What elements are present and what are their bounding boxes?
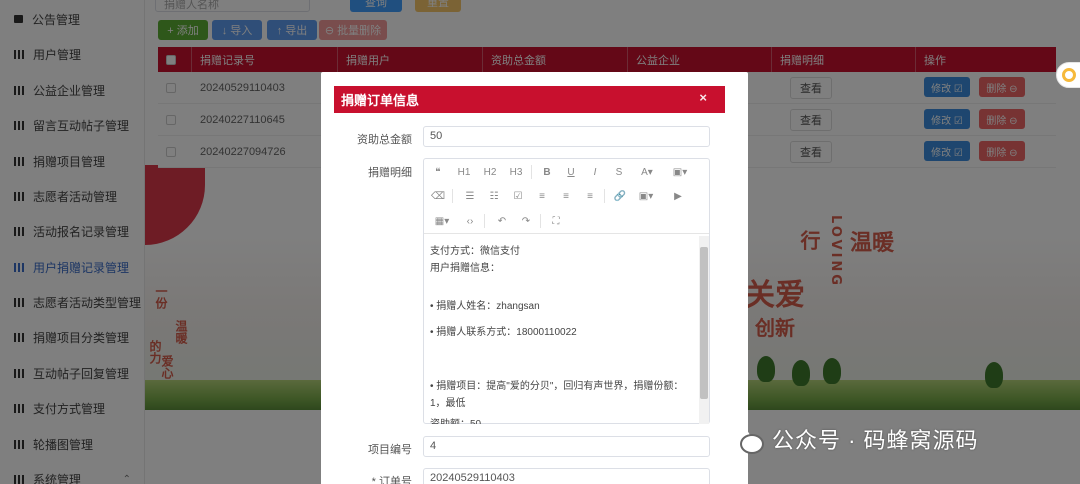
- amount-label: 资助总金额: [357, 134, 412, 146]
- align-left-icon[interactable]: ≡: [534, 189, 550, 203]
- editor-content[interactable]: 支付方式：微信支付 用户捐赠信息： • 捐赠人姓名：zhangsan • 捐赠人…: [424, 235, 709, 424]
- helper-icon: [1062, 68, 1076, 82]
- app-root: 公告管理 用户管理 公益企业管理 留言互动帖子管理 捐赠项目管理 志愿者活动管理…: [0, 0, 1080, 484]
- close-icon[interactable]: ×: [699, 90, 707, 105]
- h2-button[interactable]: H2: [482, 165, 498, 179]
- video-icon[interactable]: ▶: [670, 189, 686, 203]
- watermark-text: 公众号 · 码蜂窝源码: [772, 428, 979, 453]
- editor-toolbar: ❝ H1 H2 H3 B U I S A▾ ▣▾ ⌫ ☰ ☷ ☑ ≡ ≡ ≡ 🔗…: [424, 159, 709, 234]
- order-no-label: * 订单号: [371, 476, 412, 484]
- quote-icon[interactable]: ❝: [430, 165, 446, 179]
- bullet-list-icon[interactable]: ☰: [462, 189, 478, 203]
- image-icon[interactable]: ▣▾: [636, 189, 656, 203]
- wechat-icon: [728, 426, 764, 454]
- undo-icon[interactable]: ↶: [494, 214, 510, 228]
- toolbar-divider: [452, 189, 453, 203]
- redo-icon[interactable]: ↷: [518, 214, 534, 228]
- toolbar-divider: [604, 189, 605, 203]
- toolbar-divider: [540, 214, 541, 228]
- content-spacer: [430, 277, 695, 294]
- align-right-icon[interactable]: ≡: [582, 189, 598, 203]
- strikethrough-icon[interactable]: S: [611, 165, 627, 179]
- h3-button[interactable]: H3: [508, 165, 524, 179]
- watermark: 公众号 · 码蜂窝源码: [728, 423, 979, 455]
- rich-text-editor[interactable]: ❝ H1 H2 H3 B U I S A▾ ▣▾ ⌫ ☰ ☷ ☑ ≡ ≡ ≡ 🔗…: [423, 158, 710, 424]
- project-no-field[interactable]: 4: [423, 436, 710, 457]
- font-color-icon[interactable]: A▾: [637, 165, 657, 179]
- project-no-label: 项目编号: [368, 444, 412, 456]
- floating-helper-button[interactable]: [1056, 62, 1080, 88]
- background-color-icon[interactable]: ▣▾: [670, 165, 690, 179]
- underline-icon[interactable]: U: [563, 165, 579, 179]
- modal-header: 捐赠订单信息 ×: [334, 86, 725, 113]
- code-icon[interactable]: ‹›: [462, 214, 478, 228]
- content-line: 支付方式：微信支付: [430, 246, 520, 257]
- content-bullet: • 捐赠人联系方式：18000110022: [430, 327, 577, 338]
- donation-order-modal: 捐赠订单信息 × 资助总金额 50 捐赠明细 ❝ H1 H2 H3 B U I …: [321, 72, 748, 484]
- fullscreen-icon[interactable]: ⛶: [548, 214, 564, 228]
- detail-label: 捐赠明细: [368, 167, 412, 179]
- bold-icon[interactable]: B: [539, 165, 555, 179]
- table-icon[interactable]: ▦▾: [432, 214, 452, 228]
- content-bullet: • 捐赠项目：提高"爱的分贝"，回归有声世界，捐赠份额：1，最低: [430, 381, 684, 409]
- content-spacer: [430, 341, 695, 371]
- numbered-list-icon[interactable]: ☷: [486, 189, 502, 203]
- content-bullet: • 捐赠人姓名：zhangsan: [430, 301, 540, 312]
- clear-format-icon[interactable]: ⌫: [430, 189, 446, 203]
- content-line: 资助额：50: [430, 416, 695, 424]
- align-center-icon[interactable]: ≡: [558, 189, 574, 203]
- modal-title: 捐赠订单信息: [341, 93, 420, 108]
- todo-list-icon[interactable]: ☑: [510, 189, 526, 203]
- h1-button[interactable]: H1: [456, 165, 472, 179]
- order-no-field[interactable]: 20240529110403: [423, 468, 710, 484]
- amount-field[interactable]: 50: [423, 126, 710, 147]
- toolbar-divider: [531, 165, 532, 179]
- toolbar-divider: [484, 214, 485, 228]
- link-icon[interactable]: 🔗: [612, 189, 628, 203]
- editor-scrollbar-thumb[interactable]: [700, 247, 708, 399]
- content-line: 用户捐赠信息：: [430, 263, 500, 274]
- italic-icon[interactable]: I: [587, 165, 603, 179]
